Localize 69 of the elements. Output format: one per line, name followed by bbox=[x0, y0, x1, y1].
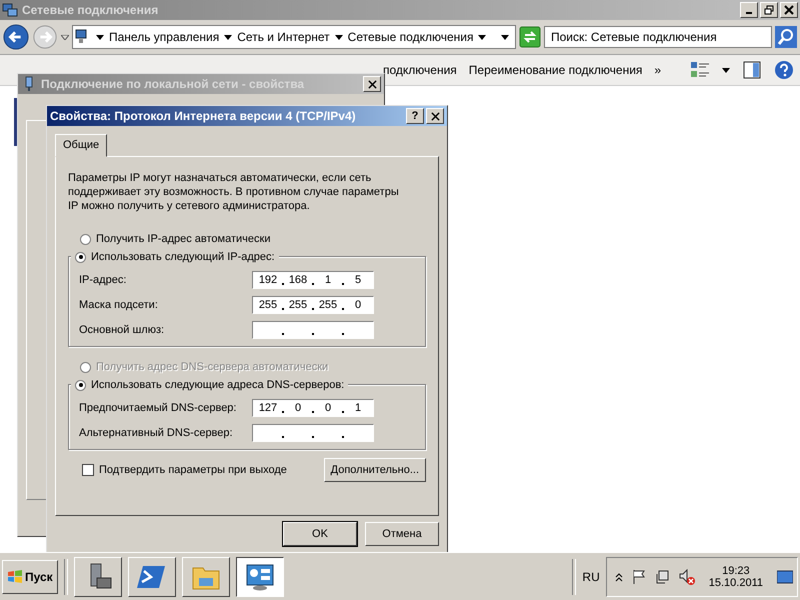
search-button[interactable] bbox=[775, 26, 797, 48]
toolbar-item[interactable]: Переименование подключения bbox=[468, 63, 642, 77]
powershell-button[interactable] bbox=[128, 556, 176, 596]
ok-button[interactable]: OK bbox=[283, 522, 357, 546]
field-label: Альтернативный DNS-сервер: bbox=[79, 427, 234, 439]
caret-icon[interactable] bbox=[224, 34, 232, 40]
caret-icon[interactable] bbox=[722, 68, 730, 72]
close-button[interactable] bbox=[363, 76, 381, 92]
chevron-up-icon[interactable] bbox=[614, 572, 623, 582]
ip-address-field[interactable] bbox=[252, 424, 374, 442]
restore-icon bbox=[764, 5, 774, 15]
close-icon bbox=[430, 112, 440, 120]
minimize-button[interactable] bbox=[740, 2, 758, 18]
server-manager-button[interactable] bbox=[74, 556, 122, 596]
close-icon bbox=[368, 80, 376, 88]
field-label: Маска подсети: bbox=[79, 299, 159, 311]
radio-option[interactable]: Использовать следующие адреса DNS-серверов: bbox=[71, 377, 348, 393]
help-button[interactable]: ? bbox=[406, 108, 424, 124]
control-panel-button[interactable] bbox=[236, 556, 284, 596]
dialog-title: Свойства: Протокол Интернета версии 4 (TCP/IPv4) bbox=[50, 109, 356, 123]
help-icon[interactable] bbox=[774, 60, 794, 80]
refresh-button[interactable] bbox=[519, 26, 541, 48]
view-icon[interactable] bbox=[690, 60, 710, 80]
ip-address-field[interactable]: 255 255 255 0 bbox=[252, 296, 374, 314]
speaker-muted-icon[interactable] bbox=[678, 568, 695, 584]
restore-button[interactable] bbox=[760, 2, 778, 18]
confirm-checkbox[interactable]: Подтвердить параметры при выходе bbox=[68, 464, 287, 476]
breadcrumb-item[interactable]: Сеть и Интернет bbox=[237, 30, 330, 44]
back-button[interactable] bbox=[3, 24, 29, 50]
clock-time[interactable]: 19:23 bbox=[722, 564, 750, 576]
ip-address-field[interactable] bbox=[252, 321, 374, 339]
window-title: Сетевые подключения bbox=[22, 3, 158, 17]
explorer-button[interactable] bbox=[182, 556, 230, 596]
field-label: Основной шлюз: bbox=[79, 324, 166, 336]
field-label: Предпочитаемый DNS-сервер: bbox=[79, 402, 238, 414]
show-desktop-icon[interactable] bbox=[777, 568, 793, 584]
caret-icon[interactable] bbox=[334, 34, 343, 40]
caret-icon[interactable] bbox=[501, 34, 509, 40]
ip-address-field[interactable]: 127 0 0 1 bbox=[252, 399, 374, 417]
monitor-icon bbox=[244, 562, 275, 592]
search-field[interactable]: Поиск: Сетевые подключения bbox=[544, 26, 772, 48]
network-icon bbox=[2, 2, 18, 18]
breadcrumb-item[interactable]: Панель управления bbox=[109, 30, 220, 44]
close-button[interactable] bbox=[780, 2, 798, 18]
ip-address-field[interactable]: 192 168 1 5 bbox=[252, 271, 374, 289]
close-button[interactable] bbox=[426, 108, 444, 124]
network-icon[interactable] bbox=[654, 568, 671, 584]
caret-icon[interactable] bbox=[96, 34, 104, 40]
clock-date[interactable]: 15.10.2011 bbox=[708, 576, 763, 588]
radio-option[interactable]: Получить IP-адрес автоматически bbox=[68, 231, 426, 247]
tab[interactable]: Общие bbox=[55, 134, 108, 157]
caret-icon[interactable] bbox=[478, 34, 486, 40]
minimize-icon bbox=[746, 12, 752, 14]
close-icon bbox=[784, 5, 794, 15]
preview-pane-icon[interactable] bbox=[742, 60, 762, 80]
advanced-button[interactable]: Дополнительно... bbox=[324, 458, 426, 482]
language-indicator[interactable]: RU bbox=[582, 570, 600, 584]
overflow-button[interactable]: » bbox=[654, 63, 662, 77]
field-label: IP-адрес: bbox=[79, 274, 128, 286]
start-button[interactable]: Пуск bbox=[2, 560, 58, 594]
radio-option[interactable]: Использовать следующий IP-адрес: bbox=[71, 249, 279, 265]
cancel-button[interactable]: Отмена bbox=[365, 522, 439, 546]
history-dropdown-icon[interactable] bbox=[61, 34, 69, 40]
windows-logo-icon bbox=[7, 568, 23, 584]
flag-icon[interactable] bbox=[630, 568, 647, 584]
address-bar[interactable]: Панель управления Сеть и Интернет Сетевые подключения bbox=[72, 25, 516, 49]
breadcrumb-item[interactable]: Сетевые подключения bbox=[348, 30, 474, 44]
description-text: Параметры IP могут назначаться автоматически, если сеть поддерживает эту возможность. В противном случае параметры IP можно получить у сетевого администратора. bbox=[68, 171, 400, 213]
toolbar-item[interactable]: подключения bbox=[383, 63, 457, 77]
